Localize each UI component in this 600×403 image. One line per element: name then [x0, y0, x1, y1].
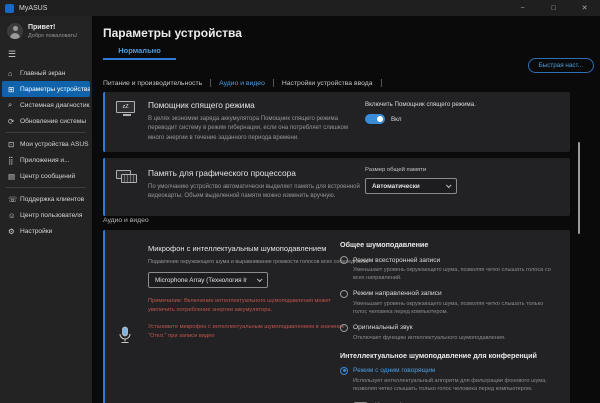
gpu-card-title: Память для графического процессора	[148, 168, 296, 178]
radio-original-description: Отключает функцию интеллектуального шумо…	[353, 334, 506, 341]
gear-icon: ⚙	[8, 226, 15, 236]
sidebar-item-message-center[interactable]: ▤ Центр сообщений	[2, 168, 90, 184]
radio-original-sound[interactable]: Оригинальный звук	[340, 323, 565, 332]
page-title: Параметры устройства	[103, 26, 242, 40]
chevron-down-icon	[256, 276, 263, 283]
apps-icon: ⣿	[8, 155, 14, 165]
tab-separator	[210, 79, 212, 87]
sleep-assistant-card: zZ Помощник спящего режима В целях эконо…	[103, 92, 570, 152]
update-icon: ⟳	[8, 116, 15, 126]
shared-memory-dropdown[interactable]: Автоматически	[365, 178, 457, 194]
sidebar-item-diagnostics[interactable]: ⌕ Системная диагностика	[2, 97, 90, 113]
home-icon: ⌂	[8, 68, 13, 78]
tab-input-devices[interactable]: Настройки устройства ввода	[282, 80, 373, 87]
device-settings-icon: ⊞	[8, 84, 15, 94]
hamburger-menu-icon[interactable]: ☰	[0, 44, 92, 63]
mic-card-title: Микрофон с интеллектуальным шумоподавлен…	[148, 244, 327, 253]
mic-warning-note-1: Примечание: Включение интеллектуального …	[148, 298, 331, 313]
window-controls: − □ ✕	[507, 0, 600, 16]
sidebar-nav: ⌂ Главный экран ⊞ Параметры устройства ⌕…	[0, 65, 92, 239]
gpu-memory-card: Память для графического процессора По ум…	[103, 158, 570, 216]
microphone-dropdown[interactable]: Microphone Array (Технология Ir	[148, 272, 268, 288]
sidebar-item-settings[interactable]: ⚙ Настройки	[2, 223, 90, 239]
shared-memory-label: Размер общей памяти	[365, 167, 427, 173]
chevron-down-icon	[445, 182, 452, 189]
sidebar-item-device-settings[interactable]: ⊞ Параметры устройства	[2, 81, 90, 97]
mic-card-subtitle: Подавление окружающего шума и выравниван…	[148, 259, 369, 265]
diagnostics-icon: ⌕	[8, 100, 13, 109]
sleep-toggle-label: Включить Помощник спящего режима.	[365, 101, 476, 108]
myasus-window: MyASUS − □ ✕ Привет! Добро пожаловать! ☰…	[0, 0, 600, 403]
radio-omni-description: Уменьшает уровень окружающего шума, позв…	[353, 267, 551, 282]
asus-logo-icon	[5, 3, 14, 13]
gpu-card-description: По умолчанию устройство автоматически вы…	[148, 184, 360, 200]
sidebar: Привет! Добро пожаловать! ☰ ⌂ Главный эк…	[0, 16, 92, 403]
tab-normal-mode[interactable]: Нормально	[103, 46, 176, 60]
radio-single-presenter-description: Использует интеллектуальный алгоритм для…	[353, 377, 547, 393]
sidebar-item-system-update[interactable]: ⟳ Обновление системы	[2, 113, 90, 129]
maximize-button[interactable]: □	[538, 0, 569, 16]
gpu-memory-icon	[116, 170, 138, 184]
tab-separator	[272, 79, 274, 87]
greeting-text: Привет!	[28, 23, 56, 31]
user-icon: ☺	[8, 210, 16, 220]
general-noise-header: Общее шумоподавление	[340, 240, 429, 249]
close-button[interactable]: ✕	[569, 0, 600, 16]
sleep-monitor-icon: zZ	[116, 101, 138, 116]
sleep-card-title: Помощник спящего режима	[148, 100, 255, 110]
main-content: Параметры устройства Нормально Быстрая н…	[92, 16, 600, 403]
sleep-toggle-state: Вкл	[391, 115, 402, 123]
card-accent-bar	[103, 230, 105, 403]
radio-omni-recording[interactable]: Режим всесторонней записи	[340, 256, 565, 264]
radio-icon	[340, 323, 348, 332]
sidebar-item-my-devices[interactable]: ⊡ Мои устройства ASUS	[2, 136, 90, 152]
settings-subtabs: Питание и производительность Аудио и вид…	[103, 79, 382, 87]
avatar	[7, 23, 23, 39]
radio-directional-recording[interactable]: Режим направленной записи	[340, 289, 565, 298]
nav-divider	[6, 187, 86, 188]
sidebar-item-customer-support[interactable]: ☏ Поддержка клиентов	[2, 191, 90, 207]
radio-directional-description: Уменьшает уровень окружающего шума, позв…	[353, 300, 544, 316]
vertical-scrollbar[interactable]	[578, 142, 580, 234]
tab-power-performance[interactable]: Питание и производительность	[103, 80, 202, 87]
sleep-assistant-toggle[interactable]	[365, 114, 385, 124]
sidebar-item-apps[interactable]: ⣿ Приложения и...	[2, 152, 90, 168]
message-icon: ▤	[8, 171, 16, 181]
card-accent-bar	[103, 92, 105, 152]
support-icon: ☏	[8, 194, 18, 204]
tab-separator	[380, 79, 382, 87]
app-title: MyASUS	[19, 4, 48, 12]
welcome-text: Добро пожаловать!	[28, 32, 78, 39]
radio-icon	[340, 289, 348, 298]
mic-warning-note-2: Установите микрофон с интеллектуальным ш…	[148, 324, 345, 339]
radio-icon	[340, 256, 348, 264]
audio-video-section-label: Аудио и видео	[103, 217, 149, 224]
user-profile[interactable]: Привет! Добро пожаловать!	[0, 16, 92, 44]
sleep-card-description: В целях экономии заряда аккумулятора Пом…	[148, 116, 349, 141]
quick-settings-button[interactable]: Быстрая наст...	[527, 58, 594, 73]
tab-audio-video[interactable]: Аудио и видео	[219, 80, 265, 87]
microphone-card: Микрофон с интеллектуальным шумоподавлен…	[103, 230, 570, 403]
sidebar-item-home[interactable]: ⌂ Главный экран	[2, 65, 90, 81]
nav-divider	[6, 132, 86, 133]
titlebar: MyASUS − □ ✕	[0, 0, 600, 16]
minimize-button[interactable]: −	[507, 0, 538, 16]
radio-selected-icon	[340, 366, 348, 375]
microphone-icon	[118, 326, 132, 349]
devices-icon: ⊡	[8, 139, 15, 149]
conference-noise-header: Интеллектуальное шумоподавление для конф…	[340, 350, 537, 360]
sidebar-item-user-center[interactable]: ☺ Центр пользователя	[2, 207, 90, 223]
card-accent-bar	[103, 158, 105, 216]
radio-single-presenter[interactable]: Режим с одним говорящим	[340, 366, 565, 375]
